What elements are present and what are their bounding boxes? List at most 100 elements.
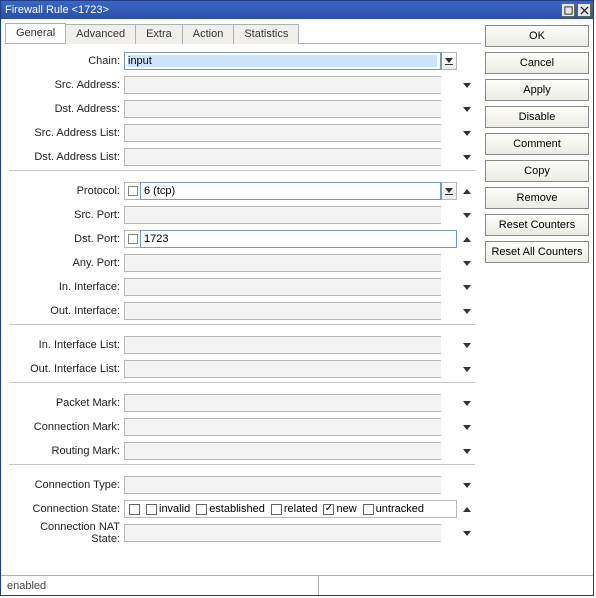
remove-button[interactable]: Remove (485, 187, 589, 209)
cs-none[interactable] (129, 504, 140, 515)
connection-nat-state-expand[interactable] (459, 524, 475, 542)
form-area: Chain: Src. Address: (5, 44, 481, 575)
src-port-label: Src. Port: (9, 209, 124, 221)
in-interface-field[interactable] (124, 278, 441, 296)
expand-icon (564, 6, 573, 15)
src-address-expand[interactable] (459, 76, 475, 94)
routing-mark-expand[interactable] (459, 442, 475, 460)
tab-statistics[interactable]: Statistics (233, 24, 299, 44)
chain-dropdown[interactable] (441, 52, 457, 70)
chain-label: Chain: (9, 55, 124, 67)
out-interface-list-field[interactable] (124, 360, 441, 378)
cs-related[interactable]: related (271, 503, 318, 515)
tab-general[interactable]: General (5, 23, 66, 43)
connection-state-collapse[interactable] (459, 500, 475, 518)
connection-mark-field[interactable] (124, 418, 441, 436)
connection-nat-state-label: Connection NAT State: (9, 521, 124, 545)
in-interface-list-field[interactable] (124, 336, 441, 354)
cs-new[interactable]: new (323, 503, 356, 515)
status-cell: enabled (1, 576, 319, 595)
dst-port-input[interactable] (144, 233, 453, 245)
action-panel: OK Cancel Apply Disable Comment Copy Rem… (485, 23, 589, 575)
cs-new-label: new (336, 503, 356, 515)
dst-address-field[interactable] (124, 100, 441, 118)
separator-1 (9, 170, 475, 171)
dst-port-collapse[interactable] (459, 230, 475, 248)
dst-address-label: Dst. Address: (9, 103, 124, 115)
in-interface-label: In. Interface: (9, 281, 124, 293)
out-interface-field[interactable] (124, 302, 441, 320)
routing-mark-label: Routing Mark: (9, 445, 124, 457)
reset-all-counters-button[interactable]: Reset All Counters (485, 241, 589, 263)
window-title: Firewall Rule <1723> (5, 4, 559, 16)
cs-invalid-label: invalid (159, 503, 190, 515)
in-interface-list-label: In. Interface List: (9, 339, 124, 351)
protocol-input[interactable] (144, 185, 437, 197)
connection-nat-state-field[interactable] (124, 524, 441, 542)
disable-button[interactable]: Disable (485, 106, 589, 128)
any-port-expand[interactable] (459, 254, 475, 272)
src-address-list-field[interactable] (124, 124, 441, 142)
cancel-button[interactable]: Cancel (485, 52, 589, 74)
cs-invalid[interactable]: invalid (146, 503, 190, 515)
packet-mark-field[interactable] (124, 394, 441, 412)
src-address-label: Src. Address: (9, 79, 124, 91)
src-port-field[interactable] (124, 206, 441, 224)
src-address-list-expand[interactable] (459, 124, 475, 142)
out-interface-label: Out. Interface: (9, 305, 124, 317)
comment-button[interactable]: Comment (485, 133, 589, 155)
status-cell-2 (319, 576, 593, 595)
cs-untracked[interactable]: untracked (363, 503, 424, 515)
connection-state-label: Connection State: (9, 503, 124, 515)
close-button[interactable] (577, 3, 591, 17)
statusbar: enabled (1, 575, 593, 595)
expand-button[interactable] (561, 3, 575, 17)
dst-address-list-label: Dst. Address List: (9, 151, 124, 163)
dst-address-expand[interactable] (459, 100, 475, 118)
any-port-label: Any. Port: (9, 257, 124, 269)
separator-3 (9, 382, 475, 383)
dst-port-negate[interactable] (124, 230, 140, 248)
in-interface-expand[interactable] (459, 278, 475, 296)
connection-type-label: Connection Type: (9, 479, 124, 491)
cs-untracked-label: untracked (376, 503, 424, 515)
separator-4 (9, 464, 475, 465)
out-interface-list-expand[interactable] (459, 360, 475, 378)
cs-established[interactable]: established (196, 503, 265, 515)
apply-button[interactable]: Apply (485, 79, 589, 101)
src-address-field[interactable] (124, 76, 441, 94)
close-icon (580, 6, 589, 15)
src-port-expand[interactable] (459, 206, 475, 224)
titlebar: Firewall Rule <1723> (1, 1, 593, 19)
packet-mark-expand[interactable] (459, 394, 475, 412)
in-interface-list-expand[interactable] (459, 336, 475, 354)
connection-type-field[interactable] (124, 476, 441, 494)
ok-button[interactable]: OK (485, 25, 589, 47)
copy-button[interactable]: Copy (485, 160, 589, 182)
connection-state-checks: invalid established related new untracke… (124, 500, 457, 518)
protocol-dropdown[interactable] (441, 182, 457, 200)
out-interface-expand[interactable] (459, 302, 475, 320)
connection-type-expand[interactable] (459, 476, 475, 494)
tab-extra[interactable]: Extra (135, 24, 183, 44)
firewall-rule-window: Firewall Rule <1723> General Advanced Ex… (0, 0, 594, 596)
protocol-negate[interactable] (124, 182, 140, 200)
connection-mark-expand[interactable] (459, 418, 475, 436)
any-port-field[interactable] (124, 254, 441, 272)
out-interface-list-label: Out. Interface List: (9, 363, 124, 375)
protocol-input-wrap (140, 182, 441, 200)
protocol-collapse[interactable] (459, 182, 475, 200)
packet-mark-label: Packet Mark: (9, 397, 124, 409)
reset-counters-button[interactable]: Reset Counters (485, 214, 589, 236)
tab-advanced[interactable]: Advanced (65, 24, 136, 44)
connection-mark-label: Connection Mark: (9, 421, 124, 433)
tab-action[interactable]: Action (182, 24, 235, 44)
dst-address-list-expand[interactable] (459, 148, 475, 166)
protocol-label: Protocol: (9, 185, 124, 197)
tab-strip: General Advanced Extra Action Statistics (5, 23, 481, 44)
dst-address-list-field[interactable] (124, 148, 441, 166)
chain-input[interactable] (128, 55, 437, 67)
separator-2 (9, 324, 475, 325)
dst-port-input-wrap (140, 230, 457, 248)
routing-mark-field[interactable] (124, 442, 441, 460)
